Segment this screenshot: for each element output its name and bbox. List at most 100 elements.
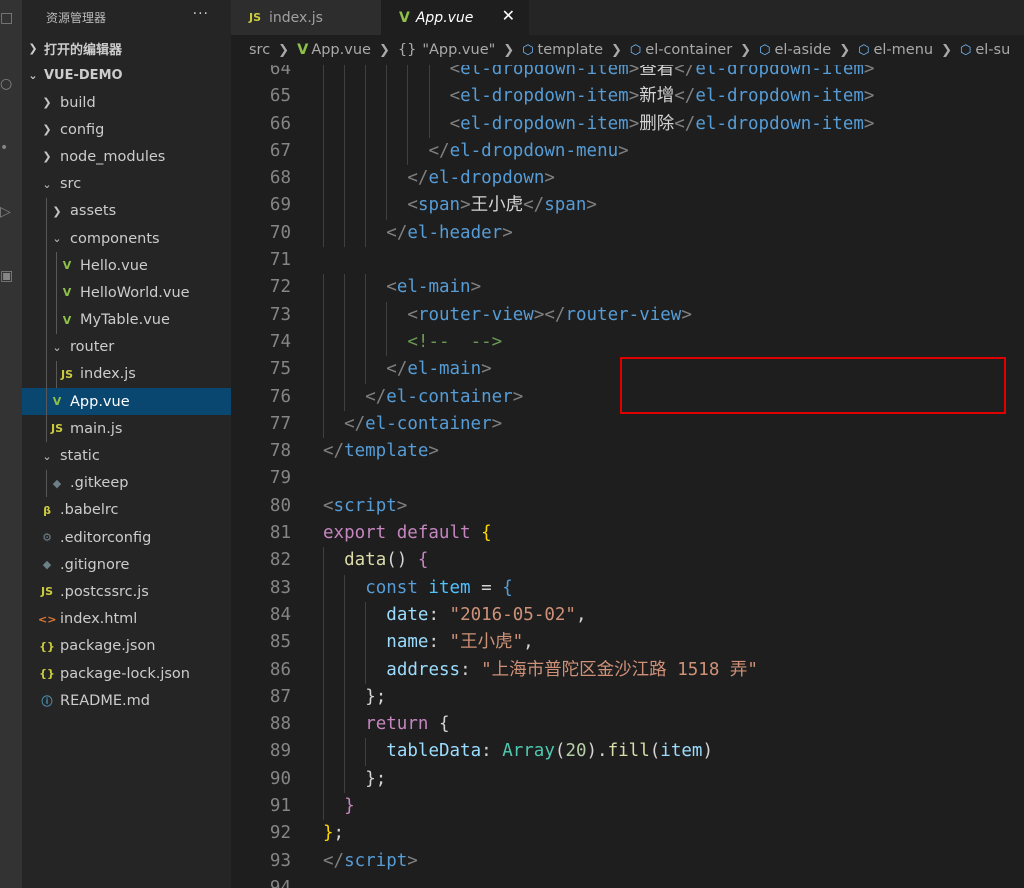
line-number: 82: [269, 550, 291, 571]
tree-item[interactable]: V App.vue: [22, 388, 231, 416]
indent-guide: [323, 83, 324, 111]
open-editors-label: 打开的编辑器: [44, 43, 123, 58]
code-token: el-dropdown-item: [460, 113, 629, 134]
explorer-icon[interactable]: □: [0, 6, 22, 30]
code-token: <: [449, 113, 461, 134]
tree-item[interactable]: ⌄ static: [22, 442, 231, 469]
code-token: >: [460, 195, 471, 216]
tree-item[interactable]: JS main.js: [22, 415, 231, 443]
tree-item[interactable]: ❯ node_modules: [22, 143, 231, 170]
tree-item[interactable]: V HelloWorld.vue: [22, 279, 231, 307]
code-token: >: [502, 222, 513, 243]
indent-guide: [323, 192, 324, 220]
tree-item[interactable]: ⌄ components: [22, 224, 231, 253]
chevron-down-icon: ⌄: [52, 232, 62, 246]
breadcrumb-item-el-menu[interactable]: ⬡ el-menu: [858, 42, 933, 58]
tree-item[interactable]: V MyTable.vue: [22, 306, 231, 334]
indent-guide: [323, 656, 324, 684]
tree-item[interactable]: ◆ .gitignore: [22, 551, 231, 578]
breadcrumb-item-el-submenu[interactable]: ⬡ el-su: [960, 42, 1010, 58]
code-line: 72 <el-main>: [231, 274, 1024, 302]
indent-guide: [365, 274, 367, 302]
breadcrumb-item-file[interactable]: V App.vue: [297, 42, 371, 58]
indent-guide: [323, 110, 324, 138]
tree-item[interactable]: {} package-lock.json: [22, 660, 231, 687]
search-icon[interactable]: ○: [0, 72, 22, 96]
tree-item[interactable]: JS index.js: [22, 360, 231, 389]
tree-item-label: config: [60, 121, 105, 138]
chevron-right-icon: ❯: [378, 42, 390, 58]
code-token: </: [386, 359, 408, 380]
indent-guide: [386, 165, 388, 193]
project-section[interactable]: ⌄ VUE-DEMO: [22, 62, 231, 89]
code-token: {: [502, 577, 513, 598]
indent-guide: [323, 574, 324, 602]
close-icon[interactable]: ✕: [502, 6, 515, 25]
breadcrumb-item-el-container[interactable]: ⬡ el-container: [630, 42, 732, 58]
indent-guide: [407, 83, 409, 111]
tree-item[interactable]: ❯ config: [22, 116, 231, 143]
breadcrumb-item-module[interactable]: {} "App.vue": [398, 42, 495, 58]
indent-guide: [344, 738, 346, 766]
tree-item[interactable]: ⌄ router: [22, 333, 231, 361]
breadcrumb-item-template[interactable]: ⬡ template: [522, 42, 603, 58]
tree-item[interactable]: JS .postcssrc.js: [22, 578, 231, 605]
sidebar-header: 资源管理器 ···: [22, 0, 231, 35]
code-text: <el-dropdown-item>查看</el-dropdown-item>: [450, 65, 875, 83]
breadcrumb: src ❯ V App.vue ❯ {} "App.vue" ❯ ⬡ template…: [231, 35, 1024, 65]
tree-item-label: .babelrc: [60, 502, 119, 519]
tree-item-label: .editorconfig: [60, 529, 152, 546]
tree-item-label: .gitkeep: [70, 475, 129, 492]
tab-app-vue[interactable]: V App.vue ✕: [381, 0, 529, 35]
line-number: 87: [269, 686, 291, 707]
more-actions-icon[interactable]: ···: [193, 6, 209, 22]
indent-guide: [365, 110, 367, 138]
breadcrumb-item-src[interactable]: src: [249, 42, 270, 58]
tree-item[interactable]: ⌄ src: [22, 171, 231, 198]
tree-item[interactable]: ⓘ README.md: [22, 687, 231, 714]
run-debug-icon[interactable]: ▷: [0, 200, 22, 224]
tree-item[interactable]: ◆ .gitkeep: [22, 469, 231, 497]
code-editor[interactable]: 64 <el-dropdown-item>查看</el-dropdown-item…: [231, 65, 1024, 888]
indent-guide: [365, 738, 367, 766]
code-token: return: [365, 714, 429, 735]
indent-guide: [323, 328, 324, 357]
tree-item[interactable]: β .babelrc: [22, 497, 231, 524]
line-number: 77: [269, 413, 291, 434]
tree-item-label: index.js: [80, 366, 136, 383]
code-token: </: [674, 86, 696, 107]
source-control-icon[interactable]: •: [0, 136, 22, 160]
tree-item[interactable]: V Hello.vue: [22, 252, 231, 280]
code-line: 85 name: "王小虎",: [231, 629, 1024, 657]
indent-guide: [365, 629, 367, 657]
code-line: 79: [231, 465, 1024, 492]
indent-guide: [56, 306, 57, 334]
tree-item[interactable]: ❯ build: [22, 89, 231, 116]
line-number: 75: [269, 359, 291, 380]
tree-item[interactable]: <> index.html: [22, 606, 231, 633]
extensions-icon[interactable]: ▣: [0, 264, 22, 288]
open-editors-section[interactable]: ❯ 打开的编辑器: [22, 35, 231, 62]
tree-item[interactable]: ❯ assets: [22, 197, 231, 225]
line-number: 73: [269, 304, 291, 325]
tab-index-js[interactable]: JS index.js: [231, 0, 381, 35]
code-token: ;: [333, 823, 345, 844]
babel-file-icon: β: [43, 503, 51, 517]
code-text: </el-dropdown-menu>: [429, 138, 629, 165]
indent-guide: [46, 388, 47, 416]
indent-guide: [344, 301, 346, 329]
tree-item[interactable]: ⚙ .editorconfig: [22, 524, 231, 551]
tree-item[interactable]: {} package.json: [22, 633, 231, 660]
tree-item-label: App.vue: [70, 393, 130, 410]
activity-bar: □ ○ • ▷ ▣: [0, 0, 22, 888]
breadcrumb-item-el-aside[interactable]: ⬡ el-aside: [759, 42, 831, 58]
tree-item-label: node_modules: [60, 148, 166, 165]
info-icon: ⓘ: [41, 694, 53, 708]
code-token: span: [417, 195, 461, 216]
indent-guide: [323, 765, 324, 794]
indent-guide: [344, 765, 346, 794]
indent-guide: [46, 333, 47, 361]
chevron-right-icon: ❯: [42, 150, 52, 164]
indent-guide: [344, 328, 346, 357]
chevron-right-icon: ❯: [839, 42, 851, 58]
